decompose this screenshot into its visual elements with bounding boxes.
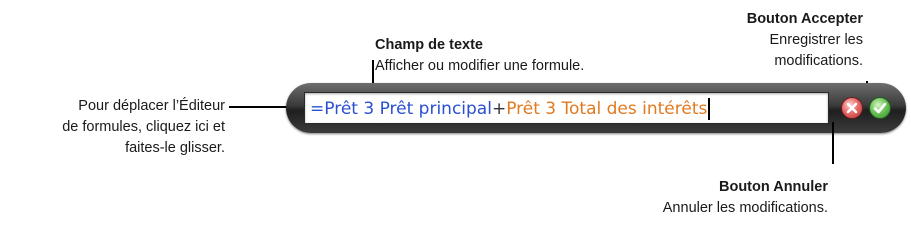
drag-handle-leader	[229, 106, 291, 108]
drag-handle-callout: Pour déplacer l’Éditeur de formules, cli…	[0, 96, 225, 159]
formula-operator: +	[491, 99, 507, 119]
formula-text-field[interactable]: =Prêt 3 Prêt principal+Prêt 3 Total des …	[304, 92, 829, 124]
cancel-button-leader	[832, 122, 834, 164]
accept-button[interactable]	[869, 97, 891, 119]
accept-button-callout-desc-2: modifications.	[774, 53, 863, 69]
formula-equals: =	[310, 99, 325, 119]
accept-button-callout-desc-1: Enregistrer les	[769, 32, 863, 48]
accept-button-callout: Bouton Accepter Enregistrer les modifica…	[680, 9, 863, 72]
formula-editor: =Prêt 3 Prêt principal+Prêt 3 Total des …	[286, 83, 906, 133]
text-caret	[708, 98, 711, 120]
cancel-button[interactable]	[841, 97, 863, 119]
drag-handle-callout-line-1: Pour déplacer l’Éditeur	[78, 98, 225, 114]
cancel-button-callout-desc: Annuler les modifications.	[662, 200, 828, 216]
text-field-callout-desc: Afficher ou modifier une formule.	[375, 58, 585, 74]
cancel-button-callout: Bouton Annuler Annuler les modifications…	[560, 177, 828, 219]
formula-reference-2[interactable]: Prêt 3 Total des intérêts	[506, 99, 707, 119]
cancel-button-callout-title: Bouton Annuler	[719, 179, 828, 195]
drag-handle[interactable]	[286, 83, 306, 133]
drag-handle-callout-line-2: de formules, cliquez ici et	[62, 119, 225, 135]
formula-reference-1[interactable]: Prêt 3 Prêt principal	[324, 99, 492, 119]
checkmark-icon	[873, 102, 887, 114]
text-field-callout: Champ de texte Afficher ou modifier une …	[375, 35, 584, 77]
x-icon	[846, 102, 858, 114]
drag-handle-callout-line-3: faites-le glisser.	[125, 140, 225, 156]
text-field-callout-title: Champ de texte	[375, 37, 483, 53]
accept-button-callout-title: Bouton Accepter	[746, 11, 863, 27]
